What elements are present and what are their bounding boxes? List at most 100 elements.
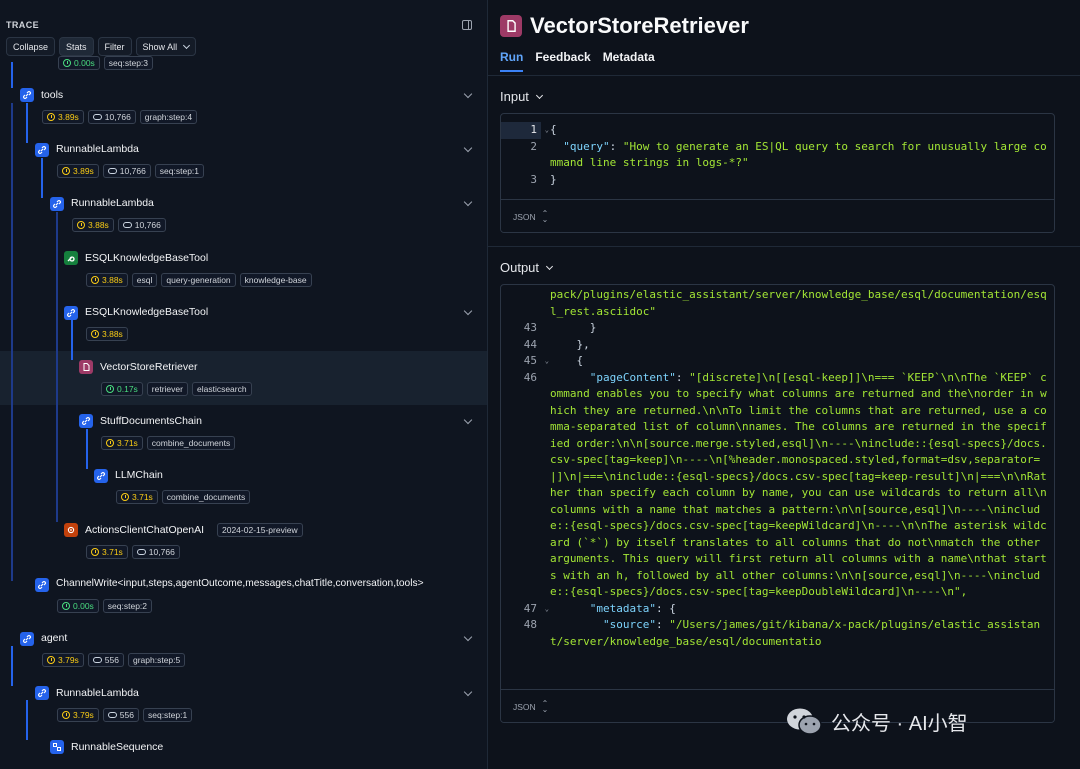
trace-node-esql-tool[interactable]: ESQLKnowledgeBaseTool [85, 252, 208, 264]
code-text: { [550, 354, 584, 367]
input-section-title: Input [500, 89, 529, 104]
detail-tabs: Run Feedback Metadata [500, 50, 655, 72]
code-line: 43 } [501, 320, 1054, 337]
trace-node-llm-chain[interactable]: LLMChain [115, 469, 163, 481]
link-icon [35, 686, 49, 700]
line-number: 45 ⌄ [501, 353, 549, 370]
sort-arrows-icon: ⌃ ⌄ [541, 208, 549, 224]
node-stats: 0.00s seq:step:2 [57, 599, 153, 613]
latency-value: 0.00s [74, 58, 95, 68]
tab-metadata[interactable]: Metadata [603, 50, 655, 72]
node-stats: 3.88s 10,766 [72, 218, 166, 232]
trace-node-chat-openai[interactable]: ActionsClientChatOpenAI [85, 524, 204, 536]
clock-icon [62, 167, 70, 175]
stats-button[interactable]: Stats [59, 37, 94, 56]
code-text: pack/plugins/elastic_assistant/server/kn… [550, 288, 1047, 318]
code-line: 44 }, [501, 337, 1054, 354]
line-number: 48 [523, 618, 537, 631]
input-format-selector[interactable]: JSON ⌃ ⌄ [501, 199, 1054, 232]
clock-icon [106, 385, 114, 393]
link-icon [35, 578, 49, 592]
node-stats: 3.71s combine_documents [116, 490, 251, 504]
token-icon [107, 712, 117, 718]
fold-arrow-icon[interactable]: ⌄ [545, 122, 549, 139]
selected-row-highlight [0, 351, 487, 405]
link-icon [64, 306, 78, 320]
chevron-down-icon[interactable] [463, 197, 473, 207]
latency-value: 3.88s [102, 329, 123, 339]
tag-chip: knowledge-base [239, 273, 312, 287]
trace-node-esql-tool-chain[interactable]: ESQLKnowledgeBaseTool [85, 306, 208, 318]
node-stats: 3.79s 556 graph:step:5 [42, 653, 186, 667]
output-section-toggle[interactable]: Output [500, 260, 554, 275]
code-text: "pageContent": "[discrete]\n[[esql-keep]… [550, 370, 1047, 599]
tab-feedback[interactable]: Feedback [535, 50, 590, 72]
trace-panel: TRACE Collapse Stats Filter Show All 0.0… [0, 0, 488, 769]
clock-icon [77, 221, 85, 229]
section-divider [488, 246, 1080, 247]
trace-node-channel-write[interactable]: ChannelWrite<input,steps,agentOutcome,me… [56, 578, 424, 589]
output-format-selector[interactable]: JSON ⌃ ⌄ [501, 689, 1054, 722]
link-icon [94, 469, 108, 483]
link-icon [35, 143, 49, 157]
clock-icon [91, 548, 99, 556]
chevron-down-icon[interactable] [463, 89, 473, 99]
token-icon [122, 222, 132, 228]
code-text: "source": "/Users/james/git/kibana/x-pac… [550, 618, 1041, 648]
chevron-down-icon[interactable] [463, 415, 473, 425]
latency-chip: 0.00s [57, 599, 99, 613]
trace-node-runnable-lambda[interactable]: RunnableLambda [71, 197, 154, 209]
chevron-down-icon[interactable] [463, 143, 473, 153]
latency-chip: 3.88s [72, 218, 114, 232]
tag-chip: graph:step:4 [139, 110, 198, 124]
token-count: 10,766 [119, 166, 146, 176]
fold-arrow-icon[interactable]: ⌄ [545, 353, 549, 370]
latency-chip: 3.71s [101, 436, 143, 450]
clock-icon [91, 330, 99, 338]
trace-node-runnable-lambda[interactable]: RunnableLambda [56, 143, 139, 155]
tag-chip: seq:step:2 [102, 599, 153, 613]
latency-chip: 3.79s [57, 708, 99, 722]
node-stats: 3.89s 10,766 graph:step:4 [42, 110, 198, 124]
code-text: } [550, 172, 557, 186]
input-json-viewer[interactable]: 1 ⌄ { 2 "query": "How to generate an ES|Q… [500, 113, 1055, 233]
token-icon [107, 168, 117, 174]
latency-value: 3.89s [58, 112, 79, 122]
code-text: { [550, 123, 557, 136]
format-label: JSON [513, 211, 536, 222]
panel-toggle-icon[interactable] [462, 20, 472, 30]
code-line: 1 ⌄ { [501, 122, 1054, 139]
trace-node-vector-store-retriever[interactable]: VectorStoreRetriever [100, 361, 197, 373]
line-number [501, 287, 541, 320]
show-all-dropdown[interactable]: Show All [135, 37, 197, 56]
tabs-divider [488, 75, 1080, 76]
fold-arrow-icon[interactable]: ⌄ [545, 601, 549, 618]
collapse-button[interactable]: Collapse [6, 37, 56, 56]
trace-node-stuff-documents-chain[interactable]: StuffDocumentsChain [100, 415, 202, 427]
trace-node-tools[interactable]: tools [41, 89, 63, 101]
tree-connector [56, 212, 58, 522]
latency-value: 3.79s [58, 655, 79, 665]
token-chip: 556 [102, 708, 139, 722]
line-number: 2 [530, 139, 537, 153]
latency-chip: 3.89s [57, 164, 99, 178]
trace-title: TRACE [6, 20, 39, 30]
trace-node-runnable-lambda[interactable]: RunnableLambda [56, 687, 139, 699]
tag-chip: combine_documents [146, 436, 236, 450]
token-count: 556 [119, 710, 134, 720]
chevron-down-icon[interactable] [463, 687, 473, 697]
chevron-down-icon[interactable] [463, 306, 473, 316]
line-number: 3 [530, 172, 537, 186]
tab-run[interactable]: Run [500, 50, 524, 72]
trace-node-runnable-sequence[interactable]: RunnableSequence [71, 741, 163, 753]
input-section-toggle[interactable]: Input [500, 89, 543, 104]
output-json-viewer[interactable]: pack/plugins/elastic_assistant/server/kn… [500, 284, 1055, 723]
tree-connector [71, 320, 73, 360]
filter-button[interactable]: Filter [97, 37, 132, 56]
trace-node-agent[interactable]: agent [41, 632, 67, 644]
wechat-icon [787, 708, 822, 735]
latency-chip: 0.00s [58, 56, 100, 70]
chevron-down-icon [545, 262, 554, 270]
chevron-down-icon[interactable] [463, 632, 473, 642]
partial-node-stats: 0.00s seq:step:3 [58, 56, 154, 70]
